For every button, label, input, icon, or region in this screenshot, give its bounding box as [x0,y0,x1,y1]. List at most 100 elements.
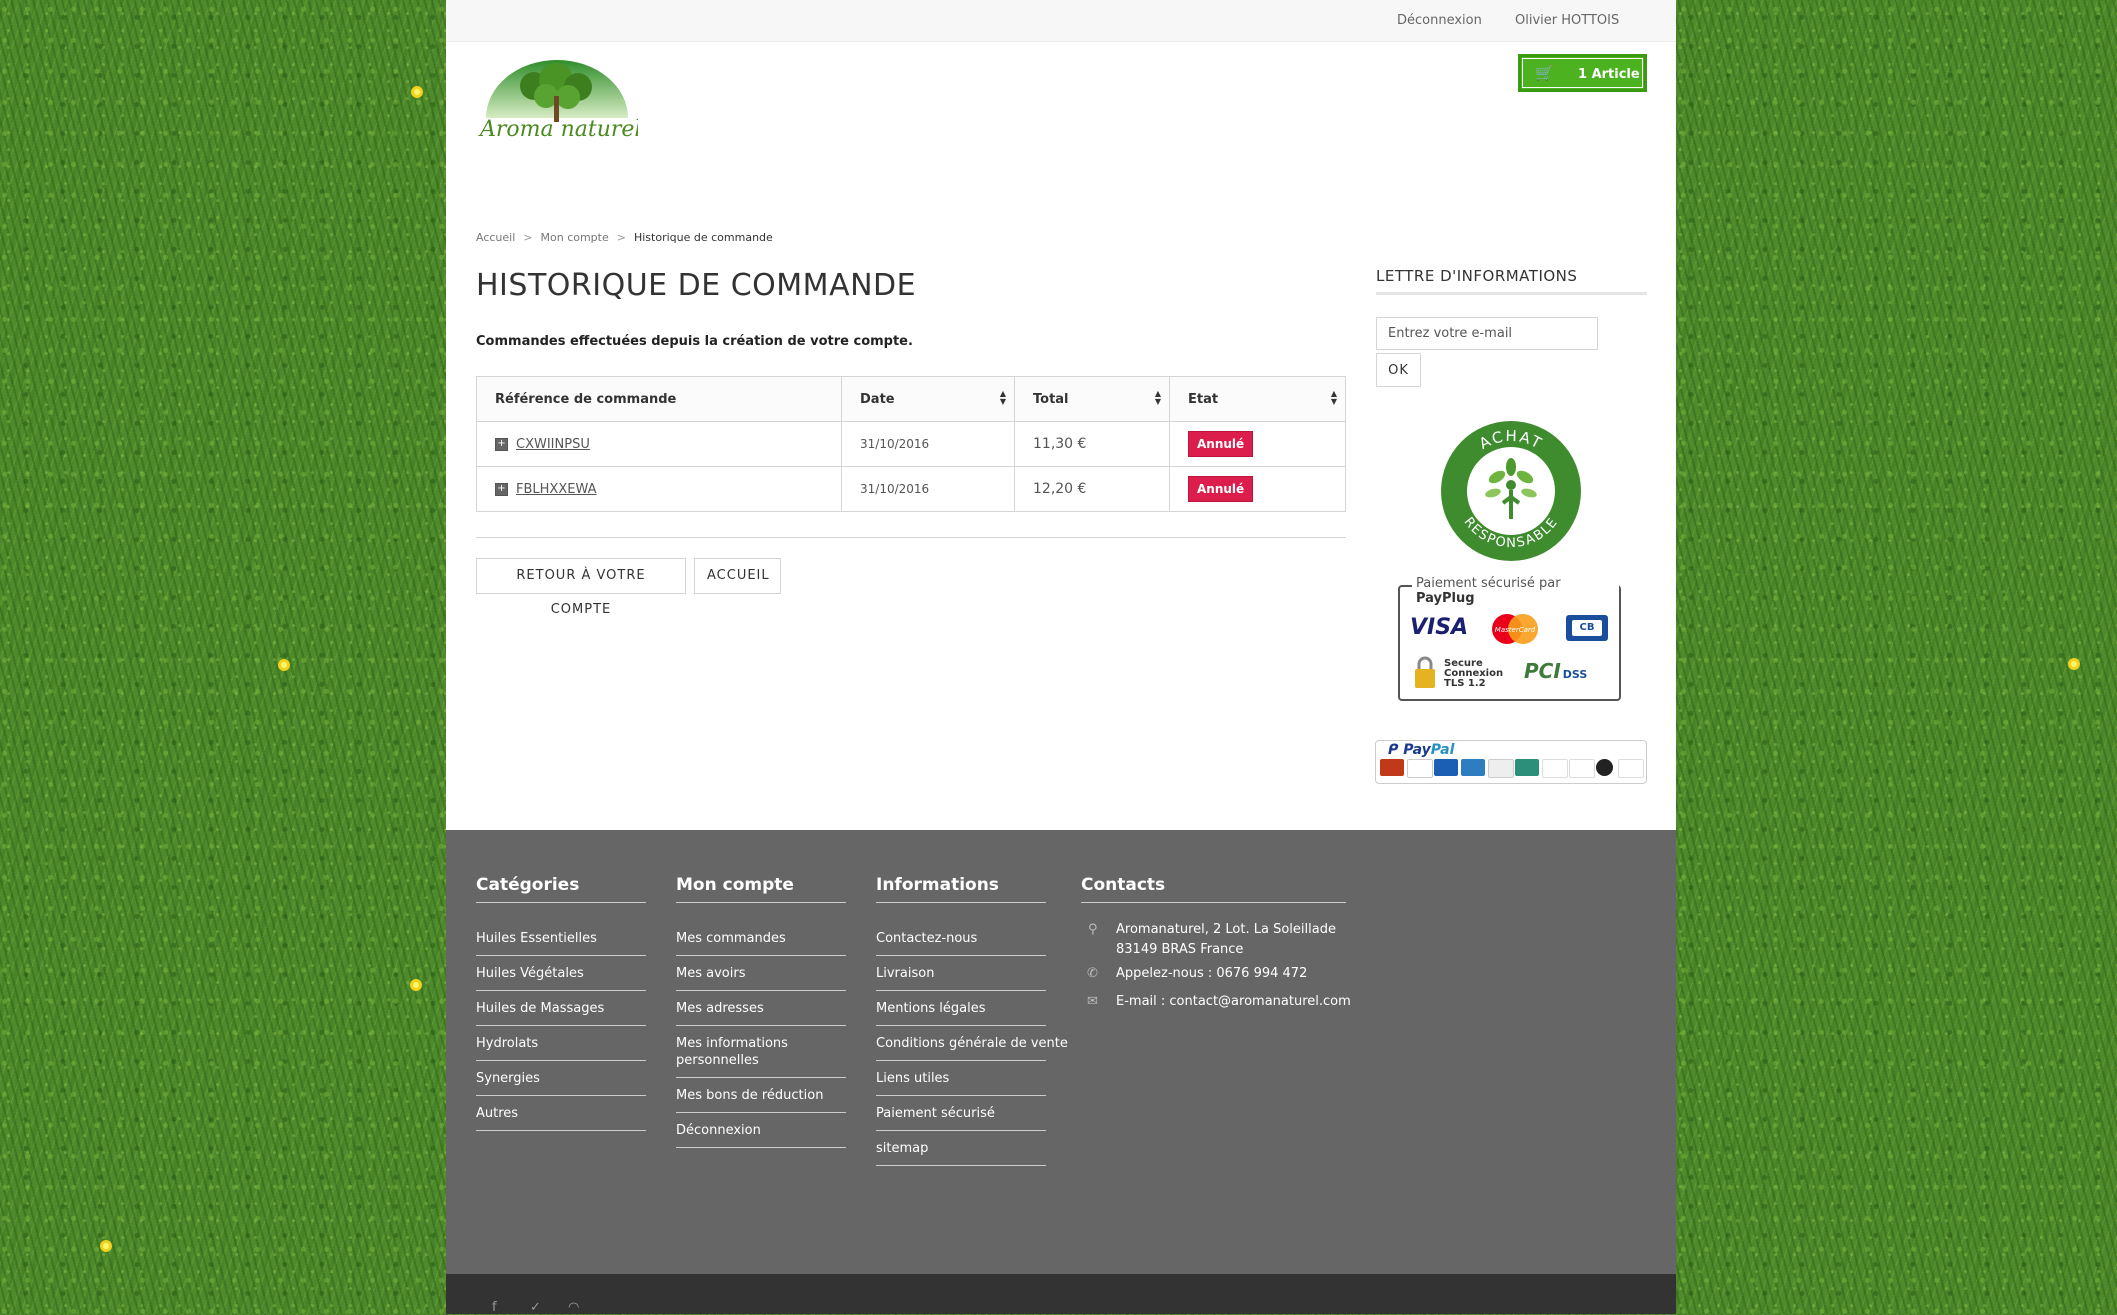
contact-email[interactable]: E-mail : contact@aromanaturel.com [1116,992,1351,1012]
twitter-icon[interactable]: ✓ [530,1300,541,1315]
orders-table: Référence de commande Date ▲ ▼ Total ▲ ▼ Eta… [476,376,1346,512]
footer-link[interactable]: Contactez-nous [876,930,977,947]
cb-label: CB [1572,620,1602,636]
divider [476,955,646,956]
divider [876,1060,1046,1061]
secure-line: TLS 1.2 [1444,678,1486,689]
home-button[interactable]: ACCUEIL [694,558,781,594]
card-4etoiles-icon [1596,759,1613,776]
divider [676,955,846,956]
footer-link[interactable]: Autres [476,1105,518,1122]
order-reference-cell: + FBLHXXEWA [476,466,842,512]
intro-text: Commandes effectuées depuis la création … [476,334,913,349]
map-marker-icon: ⚲ [1088,922,1098,937]
mastercard-logo: MasterCard [1492,614,1538,644]
table-header-row: Référence de commande Date ▲ ▼ Total ▲ ▼ Eta… [476,376,1346,422]
footer-link[interactable]: Paiement sécurisé [876,1105,995,1122]
divider [876,955,1046,956]
newsletter-email-input[interactable] [1376,317,1598,350]
table-row: + FBLHXXEWA 31/10/2016 12,20 € Annulé [476,466,1346,512]
expand-icon[interactable]: + [495,437,508,451]
column-header-date[interactable]: Date ▲ ▼ [841,376,1015,422]
pci-dss-logo: PCI DSS [1524,659,1587,683]
footer-account-title: Mon compte [676,875,794,895]
facebook-icon[interactable]: f [492,1300,497,1315]
sort-icon[interactable]: ▲ ▼ [1331,390,1337,406]
footer-link[interactable]: Huiles Essentielles [476,930,597,947]
footer-link[interactable]: Huiles Végétales [476,965,584,982]
divider [876,1025,1046,1026]
grass-flower [2068,658,2080,670]
order-reference-link[interactable]: FBLHXXEWA [516,482,596,497]
column-header-reference[interactable]: Référence de commande [476,376,842,422]
footer-link[interactable]: Mes commandes [676,930,786,947]
column-header-state[interactable]: Etat ▲ ▼ [1169,376,1346,422]
column-header-label: Référence de commande [495,391,677,407]
lock-icon [1415,656,1435,688]
footer-link[interactable]: Livraison [876,965,934,982]
divider [676,1112,846,1113]
footer-link[interactable]: Mes informations personnelles [676,1035,796,1069]
order-total: 11,30 € [1014,421,1170,467]
payplug-brand: PayPlug [1416,591,1475,606]
expand-icon[interactable]: + [495,482,508,496]
address-line: Aromanaturel, 2 Lot. La Soleillade [1116,922,1336,937]
sort-icon[interactable]: ▲ ▼ [1000,390,1006,406]
footer-link[interactable]: Déconnexion [676,1122,761,1139]
site-logo[interactable]: Aroma naturel [476,56,638,150]
footer: Catégories Huiles Essentielles Huiles Vé… [446,830,1676,1274]
breadcrumb-home[interactable]: Accueil [476,231,515,244]
divider [476,1130,646,1131]
footer-link[interactable]: sitemap [876,1140,928,1157]
newsletter-title: LETTRE D'INFORMATIONS [1376,267,1578,285]
card-visa-icon [1407,759,1433,778]
card-maestro-icon [1434,759,1458,776]
top-bar: Déconnexion Olivier HOTTOIS [446,0,1676,42]
visa-logo: VISA [1410,615,1469,640]
footer-link[interactable]: Synergies [476,1070,540,1087]
divider [676,1147,846,1148]
grass-flower [411,86,423,98]
footer-categories-title: Catégories [476,875,580,895]
footer-link[interactable]: Liens utiles [876,1070,949,1087]
logout-link[interactable]: Déconnexion [1397,13,1482,28]
footer-link[interactable]: Mentions légales [876,1000,985,1017]
contact-address: Aromanaturel, 2 Lot. La Soleillade 83149… [1116,920,1336,960]
paypal-pay: Pay [1403,742,1431,758]
footer-link[interactable]: Mes adresses [676,1000,764,1017]
payplug-title: Paiement sécurisé par PayPlug [1412,576,1619,606]
footer-link[interactable]: Mes bons de réduction [676,1087,823,1104]
divider [676,902,846,903]
status-badge: Annulé [1188,476,1254,502]
cart-button[interactable]: 🛒 1 Article [1518,54,1647,92]
page-container: Déconnexion Olivier HOTTOIS Aroma nature… [446,0,1676,1315]
order-date: 31/10/2016 [841,421,1015,467]
sort-icon[interactable]: ▲ ▼ [1155,390,1161,406]
column-header-total[interactable]: Total ▲ ▼ [1014,376,1170,422]
back-to-account-button[interactable]: RETOUR À VOTRE COMPTE [476,558,686,617]
grass-flower [278,659,290,671]
grass-flower [410,979,422,991]
newsletter-submit-button[interactable]: OK [1376,353,1421,387]
contact-phone: Appelez-nous : 0676 994 472 [1116,966,1308,981]
user-account-link[interactable]: Olivier HOTTOIS [1515,13,1619,28]
secure-connexion-label: Secure Connexion TLS 1.2 [1444,659,1503,689]
footer-contacts-title: Contacts [1081,875,1166,895]
divider [876,1165,1046,1166]
footer-link[interactable]: Hydrolats [476,1035,538,1052]
grass-flower [100,1240,112,1252]
order-total: 12,20 € [1014,466,1170,512]
divider [876,902,1046,903]
paypal-logo: ᑭ PayPal [1388,742,1455,758]
breadcrumb-account[interactable]: Mon compte [541,231,609,244]
footer-link[interactable]: Conditions générale de vente [876,1035,1068,1052]
breadcrumb-separator: > [616,231,626,244]
footer-link[interactable]: Huiles de Massages [476,1000,604,1017]
divider [676,1025,846,1026]
order-reference-link[interactable]: CXWIINPSU [516,437,590,452]
breadcrumb-separator: > [523,231,533,244]
rss-icon[interactable]: ◠ [568,1300,579,1315]
dss-label: DSS [1562,668,1588,681]
cb-logo: CB [1566,615,1608,641]
footer-link[interactable]: Mes avoirs [676,965,745,982]
